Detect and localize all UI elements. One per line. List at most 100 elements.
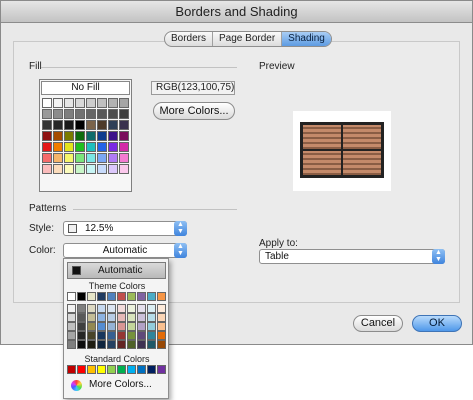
menu-more-colors-option[interactable]: More Colors... — [67, 377, 166, 393]
theme-shade-swatch[interactable] — [157, 340, 166, 349]
fill-swatch[interactable] — [75, 120, 85, 130]
theme-shade-swatch[interactable] — [97, 340, 106, 349]
fill-swatch[interactable] — [64, 164, 74, 174]
theme-color-swatch[interactable] — [77, 292, 86, 301]
theme-shade-swatch[interactable] — [107, 340, 116, 349]
theme-shade-swatch[interactable] — [97, 313, 106, 322]
theme-shade-swatch[interactable] — [67, 331, 76, 340]
theme-shade-swatch[interactable] — [87, 304, 96, 313]
fill-swatch[interactable] — [42, 164, 52, 174]
theme-shade-swatch[interactable] — [137, 313, 146, 322]
fill-swatch[interactable] — [97, 98, 107, 108]
fill-swatch[interactable] — [64, 142, 74, 152]
fill-swatch[interactable] — [108, 142, 118, 152]
theme-shade-swatch[interactable] — [87, 331, 96, 340]
fill-swatch[interactable] — [119, 164, 129, 174]
fill-swatch[interactable] — [86, 164, 96, 174]
theme-shade-swatch[interactable] — [137, 340, 146, 349]
theme-shade-swatch[interactable] — [77, 331, 86, 340]
fill-swatch[interactable] — [86, 131, 96, 141]
fill-swatch[interactable] — [119, 142, 129, 152]
fill-swatch[interactable] — [42, 153, 52, 163]
standard-color-swatch[interactable] — [107, 365, 116, 374]
theme-shade-swatch[interactable] — [107, 313, 116, 322]
standard-color-swatch[interactable] — [77, 365, 86, 374]
apply-to-select[interactable]: Table ▲ ▼ — [259, 249, 445, 264]
fill-swatch[interactable] — [75, 142, 85, 152]
fill-swatch[interactable] — [108, 131, 118, 141]
fill-swatch[interactable] — [64, 98, 74, 108]
fill-swatch[interactable] — [53, 142, 63, 152]
theme-shade-swatch[interactable] — [67, 322, 76, 331]
pattern-style-select[interactable]: 12.5% ▲ ▼ — [63, 221, 187, 236]
theme-shade-swatch[interactable] — [127, 304, 136, 313]
fill-swatch[interactable] — [86, 98, 96, 108]
no-fill-button[interactable]: No Fill — [41, 81, 130, 95]
theme-shade-swatch[interactable] — [77, 304, 86, 313]
fill-swatch[interactable] — [53, 131, 63, 141]
theme-color-swatch[interactable] — [107, 292, 116, 301]
fill-swatch[interactable] — [97, 164, 107, 174]
fill-swatch[interactable] — [119, 109, 129, 119]
tab-page-border[interactable]: Page Border — [213, 32, 283, 46]
theme-shade-swatch[interactable] — [157, 331, 166, 340]
fill-swatch[interactable] — [108, 109, 118, 119]
theme-shade-swatch[interactable] — [87, 340, 96, 349]
theme-shade-swatch[interactable] — [107, 304, 116, 313]
standard-color-swatch[interactable] — [157, 365, 166, 374]
tab-shading[interactable]: Shading — [282, 32, 331, 46]
theme-shade-swatch[interactable] — [147, 313, 156, 322]
pattern-color-select[interactable]: Automatic ▲ ▼ — [63, 243, 187, 258]
theme-color-swatch[interactable] — [87, 292, 96, 301]
fill-swatch[interactable] — [86, 142, 96, 152]
theme-shade-swatch[interactable] — [117, 304, 126, 313]
theme-shade-swatch[interactable] — [117, 322, 126, 331]
fill-swatch[interactable] — [86, 153, 96, 163]
fill-swatch[interactable] — [119, 120, 129, 130]
fill-swatch[interactable] — [75, 164, 85, 174]
fill-swatch[interactable] — [75, 153, 85, 163]
theme-shade-swatch[interactable] — [147, 340, 156, 349]
fill-swatch[interactable] — [42, 98, 52, 108]
standard-color-swatch[interactable] — [97, 365, 106, 374]
standard-color-swatch[interactable] — [67, 365, 76, 374]
theme-shade-swatch[interactable] — [127, 331, 136, 340]
theme-shade-swatch[interactable] — [137, 304, 146, 313]
theme-shade-swatch[interactable] — [147, 331, 156, 340]
fill-swatch[interactable] — [86, 120, 96, 130]
fill-swatch[interactable] — [53, 109, 63, 119]
fill-more-colors-button[interactable]: More Colors... — [153, 102, 235, 120]
theme-color-swatch[interactable] — [157, 292, 166, 301]
theme-color-swatch[interactable] — [97, 292, 106, 301]
fill-swatch[interactable] — [64, 109, 74, 119]
fill-swatch[interactable] — [42, 109, 52, 119]
standard-color-swatch[interactable] — [127, 365, 136, 374]
theme-shade-swatch[interactable] — [67, 313, 76, 322]
fill-swatch[interactable] — [64, 120, 74, 130]
fill-swatch[interactable] — [108, 98, 118, 108]
fill-swatch[interactable] — [64, 131, 74, 141]
theme-color-swatch[interactable] — [127, 292, 136, 301]
fill-swatch[interactable] — [42, 131, 52, 141]
fill-swatch[interactable] — [53, 120, 63, 130]
theme-shade-swatch[interactable] — [137, 322, 146, 331]
fill-swatch[interactable] — [97, 142, 107, 152]
standard-color-swatch[interactable] — [137, 365, 146, 374]
standard-color-swatch[interactable] — [147, 365, 156, 374]
fill-swatch[interactable] — [53, 153, 63, 163]
fill-swatch[interactable] — [42, 120, 52, 130]
theme-color-swatch[interactable] — [147, 292, 156, 301]
theme-shade-swatch[interactable] — [97, 322, 106, 331]
standard-color-swatch[interactable] — [87, 365, 96, 374]
fill-swatch[interactable] — [75, 98, 85, 108]
theme-shade-swatch[interactable] — [147, 304, 156, 313]
theme-shade-swatch[interactable] — [157, 313, 166, 322]
theme-shade-swatch[interactable] — [127, 322, 136, 331]
theme-shade-swatch[interactable] — [157, 322, 166, 331]
theme-shade-swatch[interactable] — [117, 331, 126, 340]
theme-shade-swatch[interactable] — [67, 340, 76, 349]
fill-swatch[interactable] — [42, 142, 52, 152]
theme-color-swatch[interactable] — [67, 292, 76, 301]
theme-shade-swatch[interactable] — [117, 340, 126, 349]
theme-shade-swatch[interactable] — [147, 322, 156, 331]
